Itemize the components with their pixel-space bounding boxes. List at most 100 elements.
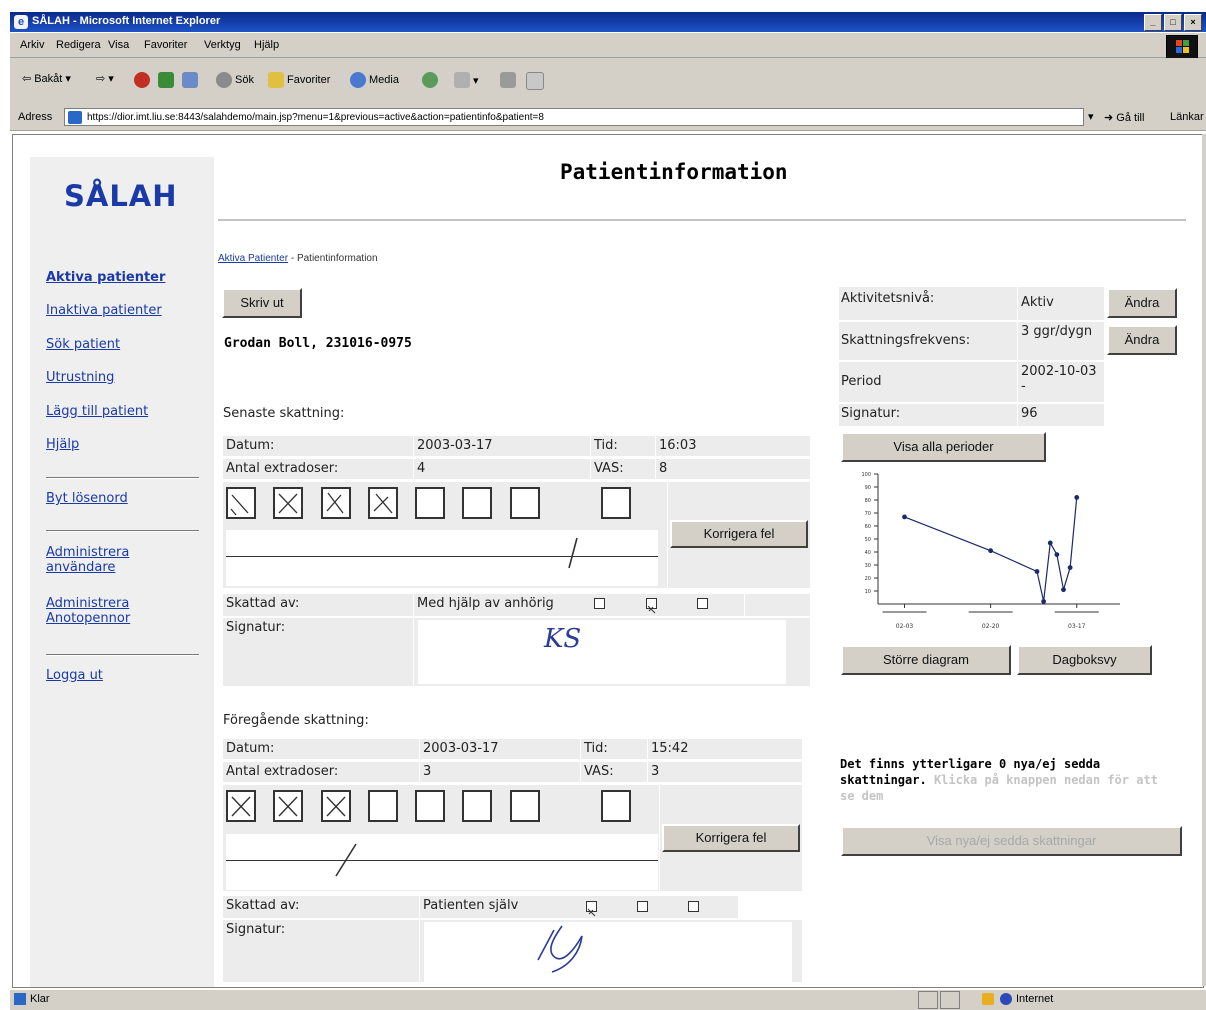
latest-skattad-checkbox-checked[interactable] xyxy=(646,598,657,614)
latest-dose-checkbox[interactable] xyxy=(321,487,351,519)
diary-view-button[interactable]: Dagboksvy xyxy=(1017,645,1152,675)
previous-skattad-checkbox[interactable] xyxy=(688,901,699,912)
show-new-ratings-button[interactable]: Visa nya/ej sedda skattningar xyxy=(841,826,1182,856)
latest-extradoser-value: 4 xyxy=(414,459,590,479)
previous-dose-checkbox[interactable] xyxy=(462,790,492,822)
media-button[interactable]: Media xyxy=(350,72,399,88)
menu-redigera[interactable]: Redigera xyxy=(56,39,101,51)
favorites-button[interactable]: Favoriter xyxy=(268,72,330,88)
previous-dose-checkbox[interactable] xyxy=(273,790,303,822)
latest-skattad-checkbox[interactable] xyxy=(594,598,605,609)
print-toolbar-button[interactable] xyxy=(500,72,516,88)
edit-toolbar-button[interactable] xyxy=(526,72,544,90)
sidebar-item-inaktiva-patienter[interactable]: Inaktiva patienter xyxy=(46,303,162,318)
chart-x-tick-label: 02-20 xyxy=(982,623,1000,630)
menu-bar: Arkiv Redigera Visa Favoriter Verktyg Hj… xyxy=(10,33,1206,59)
chart-y-tick-label: 100 xyxy=(861,472,871,478)
go-button[interactable]: ➜ Gå till xyxy=(1104,111,1144,124)
window-title: SÅLAH - Microsoft Internet Explorer xyxy=(32,15,221,27)
chart-y-tick-label: 20 xyxy=(865,576,871,582)
search-button[interactable]: Sök xyxy=(216,72,254,88)
aktivitet-label: Aktivitetsnivå: xyxy=(839,287,1017,320)
sidebar-item-sok-patient[interactable]: Sök patient xyxy=(46,337,120,352)
refresh-icon xyxy=(158,72,174,88)
stop-button[interactable] xyxy=(134,72,150,88)
previous-dose-checkbox[interactable] xyxy=(415,790,445,822)
scrollbar[interactable] xyxy=(1202,134,1206,986)
new-ratings-notice: Det finns ytterligare 0 nya/ej sedda ska… xyxy=(840,757,1158,803)
previous-skattad-checkbox[interactable] xyxy=(637,901,648,912)
lock-icon xyxy=(982,993,994,1005)
home-button[interactable] xyxy=(182,72,198,88)
sidebar-item-byt-losenord[interactable]: Byt lösenord xyxy=(46,491,128,506)
chart-point xyxy=(902,514,907,520)
history-button[interactable] xyxy=(422,72,438,88)
breadcrumb-link[interactable]: Aktiva Patienter xyxy=(218,253,288,264)
sidebar: SÅLAH Aktiva patienter Inaktiva patiente… xyxy=(30,157,214,987)
menu-verktyg[interactable]: Verktyg xyxy=(204,39,241,51)
sidebar-item-administrera-anotopennor[interactable]: Administrera Anotopennor xyxy=(46,596,166,626)
chart-y-tick-label: 50 xyxy=(865,537,871,543)
latest-correct-button[interactable]: Korrigera fel xyxy=(670,520,808,548)
menu-favoriter[interactable]: Favoriter xyxy=(144,39,187,51)
forward-button[interactable]: ⇨ ▾ xyxy=(96,72,114,85)
show-all-periods-button[interactable]: Visa alla perioder xyxy=(841,432,1046,462)
previous-extradoser-label: Antal extradoser: xyxy=(223,762,419,782)
sidebar-item-lagg-till-patient[interactable]: Lägg till patient xyxy=(46,404,148,419)
andra-frekvens-button[interactable]: Ändra xyxy=(1107,325,1177,355)
refresh-button[interactable] xyxy=(158,72,174,88)
previous-skattad-label: Skattad av: xyxy=(223,896,419,918)
larger-chart-button[interactable]: Större diagram xyxy=(841,645,1011,675)
sidebar-item-hjalp[interactable]: Hjälp xyxy=(46,437,79,452)
latest-dose-checkbox[interactable] xyxy=(510,487,540,519)
latest-dose-checkbox[interactable] xyxy=(226,487,256,519)
minimize-icon[interactable]: _ xyxy=(1144,14,1162,31)
andra-aktivitet-button[interactable]: Ändra xyxy=(1107,288,1177,318)
previous-extra-checkbox[interactable] xyxy=(601,790,631,822)
window-titlebar: e SÅLAH - Microsoft Internet Explorer _ … xyxy=(10,12,1206,32)
menu-visa[interactable]: Visa xyxy=(108,39,129,51)
maximize-icon[interactable]: □ xyxy=(1164,14,1182,31)
previous-dose-checkbox[interactable] xyxy=(368,790,398,822)
search-icon xyxy=(216,72,232,88)
title-divider xyxy=(218,219,1186,221)
latest-dose-checkbox[interactable] xyxy=(273,487,303,519)
latest-extra-checkbox[interactable] xyxy=(601,487,631,519)
chart-point xyxy=(988,548,994,554)
latest-signature: KS xyxy=(418,620,786,684)
sidebar-item-utrustning[interactable]: Utrustning xyxy=(46,370,114,385)
back-button[interactable]: ⇦ Bakåt ▾ xyxy=(22,72,71,86)
previous-dose-checkbox[interactable] xyxy=(321,790,351,822)
mail-button[interactable]: ▾ xyxy=(454,72,479,88)
page-icon xyxy=(68,111,82,124)
links-button[interactable]: Länkar xyxy=(1170,111,1204,123)
breadcrumb-current: Patientinformation xyxy=(296,253,378,264)
latest-dose-checkbox[interactable] xyxy=(415,487,445,519)
latest-dose-checkbox[interactable] xyxy=(462,487,492,519)
url-input[interactable]: https://dior.imt.liu.se:8443/salahdemo/m… xyxy=(64,108,1084,126)
aktivitet-value: Aktiv xyxy=(1018,287,1104,320)
previous-dose-checkbox[interactable] xyxy=(510,790,540,822)
chart-point xyxy=(1041,599,1047,604)
chart-y-tick-label: 60 xyxy=(865,524,871,530)
menu-hjalp[interactable]: Hjälp xyxy=(254,39,279,51)
sidebar-divider xyxy=(46,654,199,656)
address-dropdown-icon[interactable]: ▾ xyxy=(1088,110,1094,123)
chart-y-tick-label: 40 xyxy=(865,550,871,556)
sidebar-divider xyxy=(46,477,199,479)
latest-skattad-label: Skattad av: xyxy=(223,594,413,616)
sidebar-item-aktiva-patienter[interactable]: Aktiva patienter xyxy=(46,270,165,285)
latest-vas-mark xyxy=(568,537,578,569)
print-button[interactable]: Skriv ut xyxy=(222,288,302,318)
menu-arkiv[interactable]: Arkiv xyxy=(20,39,44,51)
previous-dose-checkbox[interactable] xyxy=(226,790,256,822)
latest-dose-checkbox[interactable] xyxy=(368,487,398,519)
previous-skattad-checkbox-checked[interactable] xyxy=(586,901,597,917)
home-icon xyxy=(182,72,198,88)
sidebar-item-administrera-anvandare[interactable]: Administrera användare xyxy=(46,545,166,575)
previous-correct-button[interactable]: Korrigera fel xyxy=(662,824,800,852)
period-label: Period xyxy=(839,362,1017,402)
latest-skattad-checkbox[interactable] xyxy=(697,598,708,609)
close-icon[interactable]: × xyxy=(1184,14,1202,31)
sidebar-item-logga-ut[interactable]: Logga ut xyxy=(46,668,103,683)
